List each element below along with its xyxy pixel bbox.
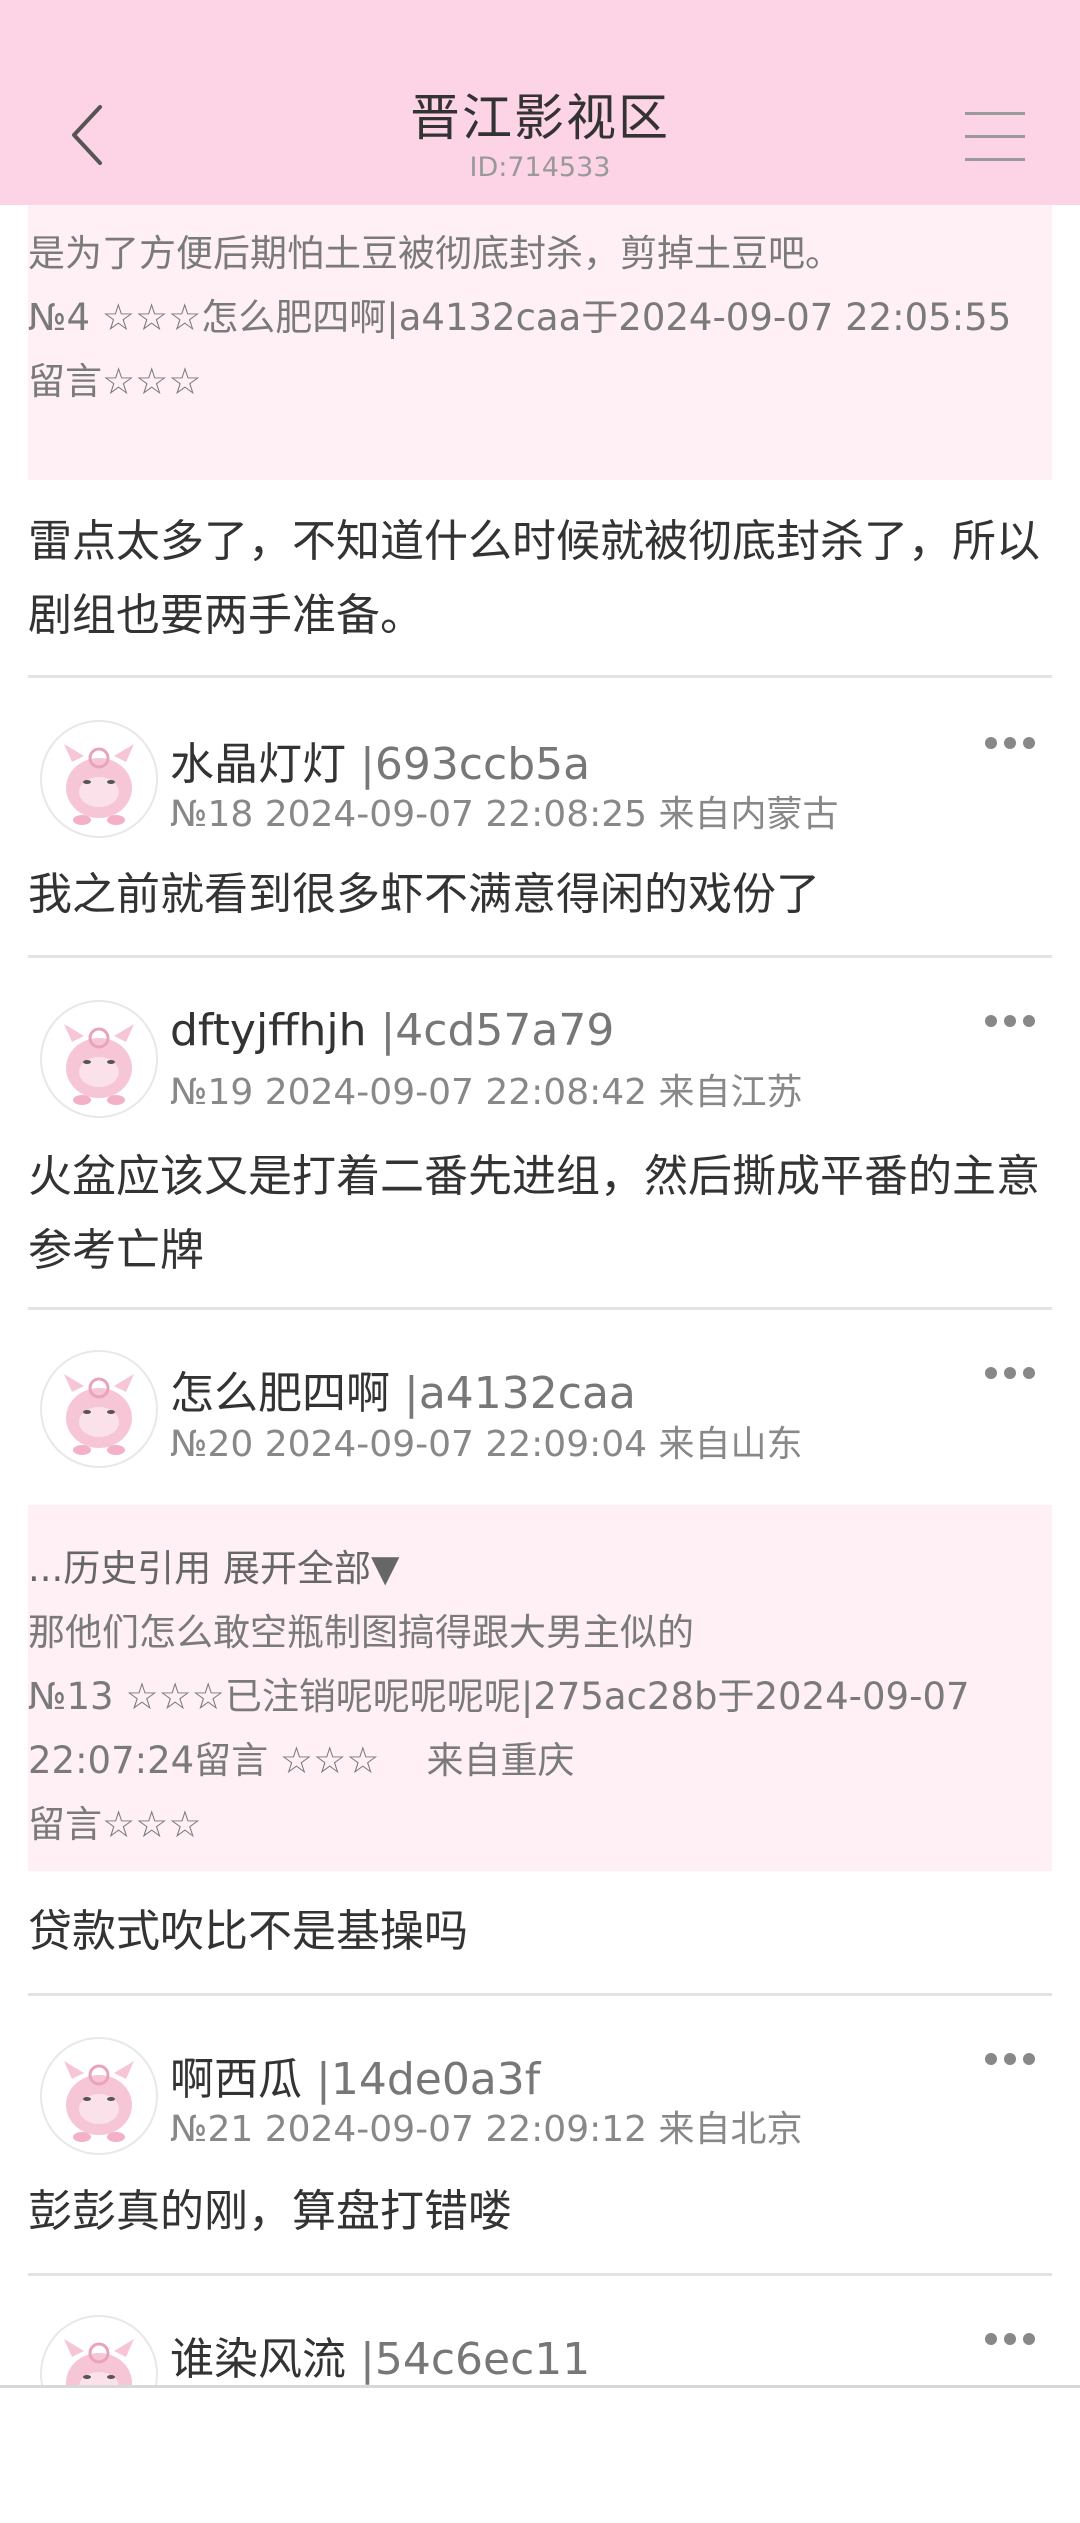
quote-line: №13 ☆☆☆已注销呢呢呢呢呢|275ac28b于2024-09-07 (28, 1675, 970, 1718)
pink-creature-avatar-icon (64, 1024, 134, 1105)
username[interactable]: 水晶灯灯 |693ccb5a (170, 728, 590, 792)
more-dots-icon (985, 1367, 997, 1379)
pink-creature-avatar-icon (64, 1374, 134, 1455)
divider (28, 675, 1052, 678)
pink-creature-avatar-icon (64, 744, 134, 825)
bottom-bar (0, 2385, 1080, 2523)
user-hash: |693ccb5a (360, 739, 591, 790)
page-title: 晋江影视区 (410, 89, 670, 147)
more-dots-icon (985, 2053, 997, 2065)
avatar[interactable] (40, 2037, 158, 2155)
more-options-button[interactable] (985, 2333, 1035, 2347)
divider (28, 1307, 1052, 1310)
more-options-button[interactable] (985, 2053, 1035, 2067)
post-text: 彭彭真的刚，算盘打错喽 (28, 2186, 512, 2237)
post-text: 雷点太多了，不知道什么时候就被彻底封杀了，所以剧组也要两手准备。 (28, 516, 1040, 641)
quote-line: №4 ☆☆☆怎么肥四啊|a4132caa于2024-09-07 22:05:55 (28, 296, 1012, 339)
more-dots-icon (985, 737, 997, 749)
post-meta: №19 2024-09-07 22:08:42 来自江苏 (170, 1072, 803, 1113)
top-bar: 晋江影视区 ID:714533 (0, 0, 1080, 205)
board-id: ID:714533 (469, 152, 611, 183)
more-dots-icon (985, 2333, 997, 2345)
quote-line: 留言☆☆☆ (28, 360, 202, 403)
post-meta: №20 2024-09-07 22:09:04 来自山东 (170, 1424, 803, 1465)
more-options-button[interactable] (985, 1367, 1035, 1381)
post-meta: №18 2024-09-07 22:08:25 来自内蒙古 (170, 794, 839, 835)
post-meta: №21 2024-09-07 22:09:12 来自北京 (170, 2109, 803, 2150)
more-dots-icon (985, 1015, 997, 1027)
avatar[interactable] (40, 1350, 158, 1468)
divider (28, 955, 1052, 958)
quote-line: 22:07:24留言 ☆☆☆ 来自重庆 (28, 1739, 575, 1782)
divider (28, 1993, 1052, 1996)
post-text: 火盆应该又是打着二番先进组，然后撕成平番的主意参考亡牌 (28, 1151, 1040, 1276)
quote-line: 是为了方便后期怕土豆被彻底封杀，剪掉土豆吧。 (28, 232, 842, 275)
username[interactable]: dftyjffhjh |4cd57a79 (170, 1005, 614, 1056)
username[interactable]: 啊西瓜 |14de0a3f (170, 2043, 540, 2107)
more-options-button[interactable] (985, 1015, 1035, 1029)
username[interactable]: 谁染风流 |54c6ec11 (170, 2323, 590, 2385)
post-text: 我之前就看到很多虾不满意得闲的戏份了 (28, 869, 820, 920)
hamburger-menu-icon (965, 112, 1025, 115)
divider (28, 2273, 1052, 2276)
username[interactable]: 怎么肥四啊 |a4132caa (170, 1357, 636, 1421)
avatar[interactable] (40, 720, 158, 838)
expand-all-toggle[interactable]: ...历史引用 展开全部▼ (28, 1538, 400, 1592)
quote-line: 那他们怎么敢空瓶制图搞得跟大男主似的 (28, 1611, 694, 1654)
more-options-button[interactable] (985, 737, 1035, 751)
post-text: 贷款式吹比不是基操吗 (28, 1906, 468, 1957)
pink-creature-avatar-icon (64, 2061, 134, 2142)
avatar[interactable] (40, 1000, 158, 1118)
user-hash: |4cd57a79 (380, 1005, 615, 1056)
menu-button[interactable] (965, 112, 1025, 164)
avatar[interactable] (40, 2315, 158, 2385)
user-hash: |14de0a3f (316, 2054, 541, 2105)
thread-content[interactable]: 是为了方便后期怕土豆被彻底封杀，剪掉土豆吧。 №4 ☆☆☆怎么肥四啊|a4132… (0, 205, 1080, 2385)
user-hash: |a4132caa (404, 1368, 636, 1419)
user-hash: |54c6ec11 (360, 2334, 591, 2385)
quote-line: 留言☆☆☆ (28, 1803, 202, 1846)
pink-creature-avatar-icon (64, 2339, 134, 2385)
